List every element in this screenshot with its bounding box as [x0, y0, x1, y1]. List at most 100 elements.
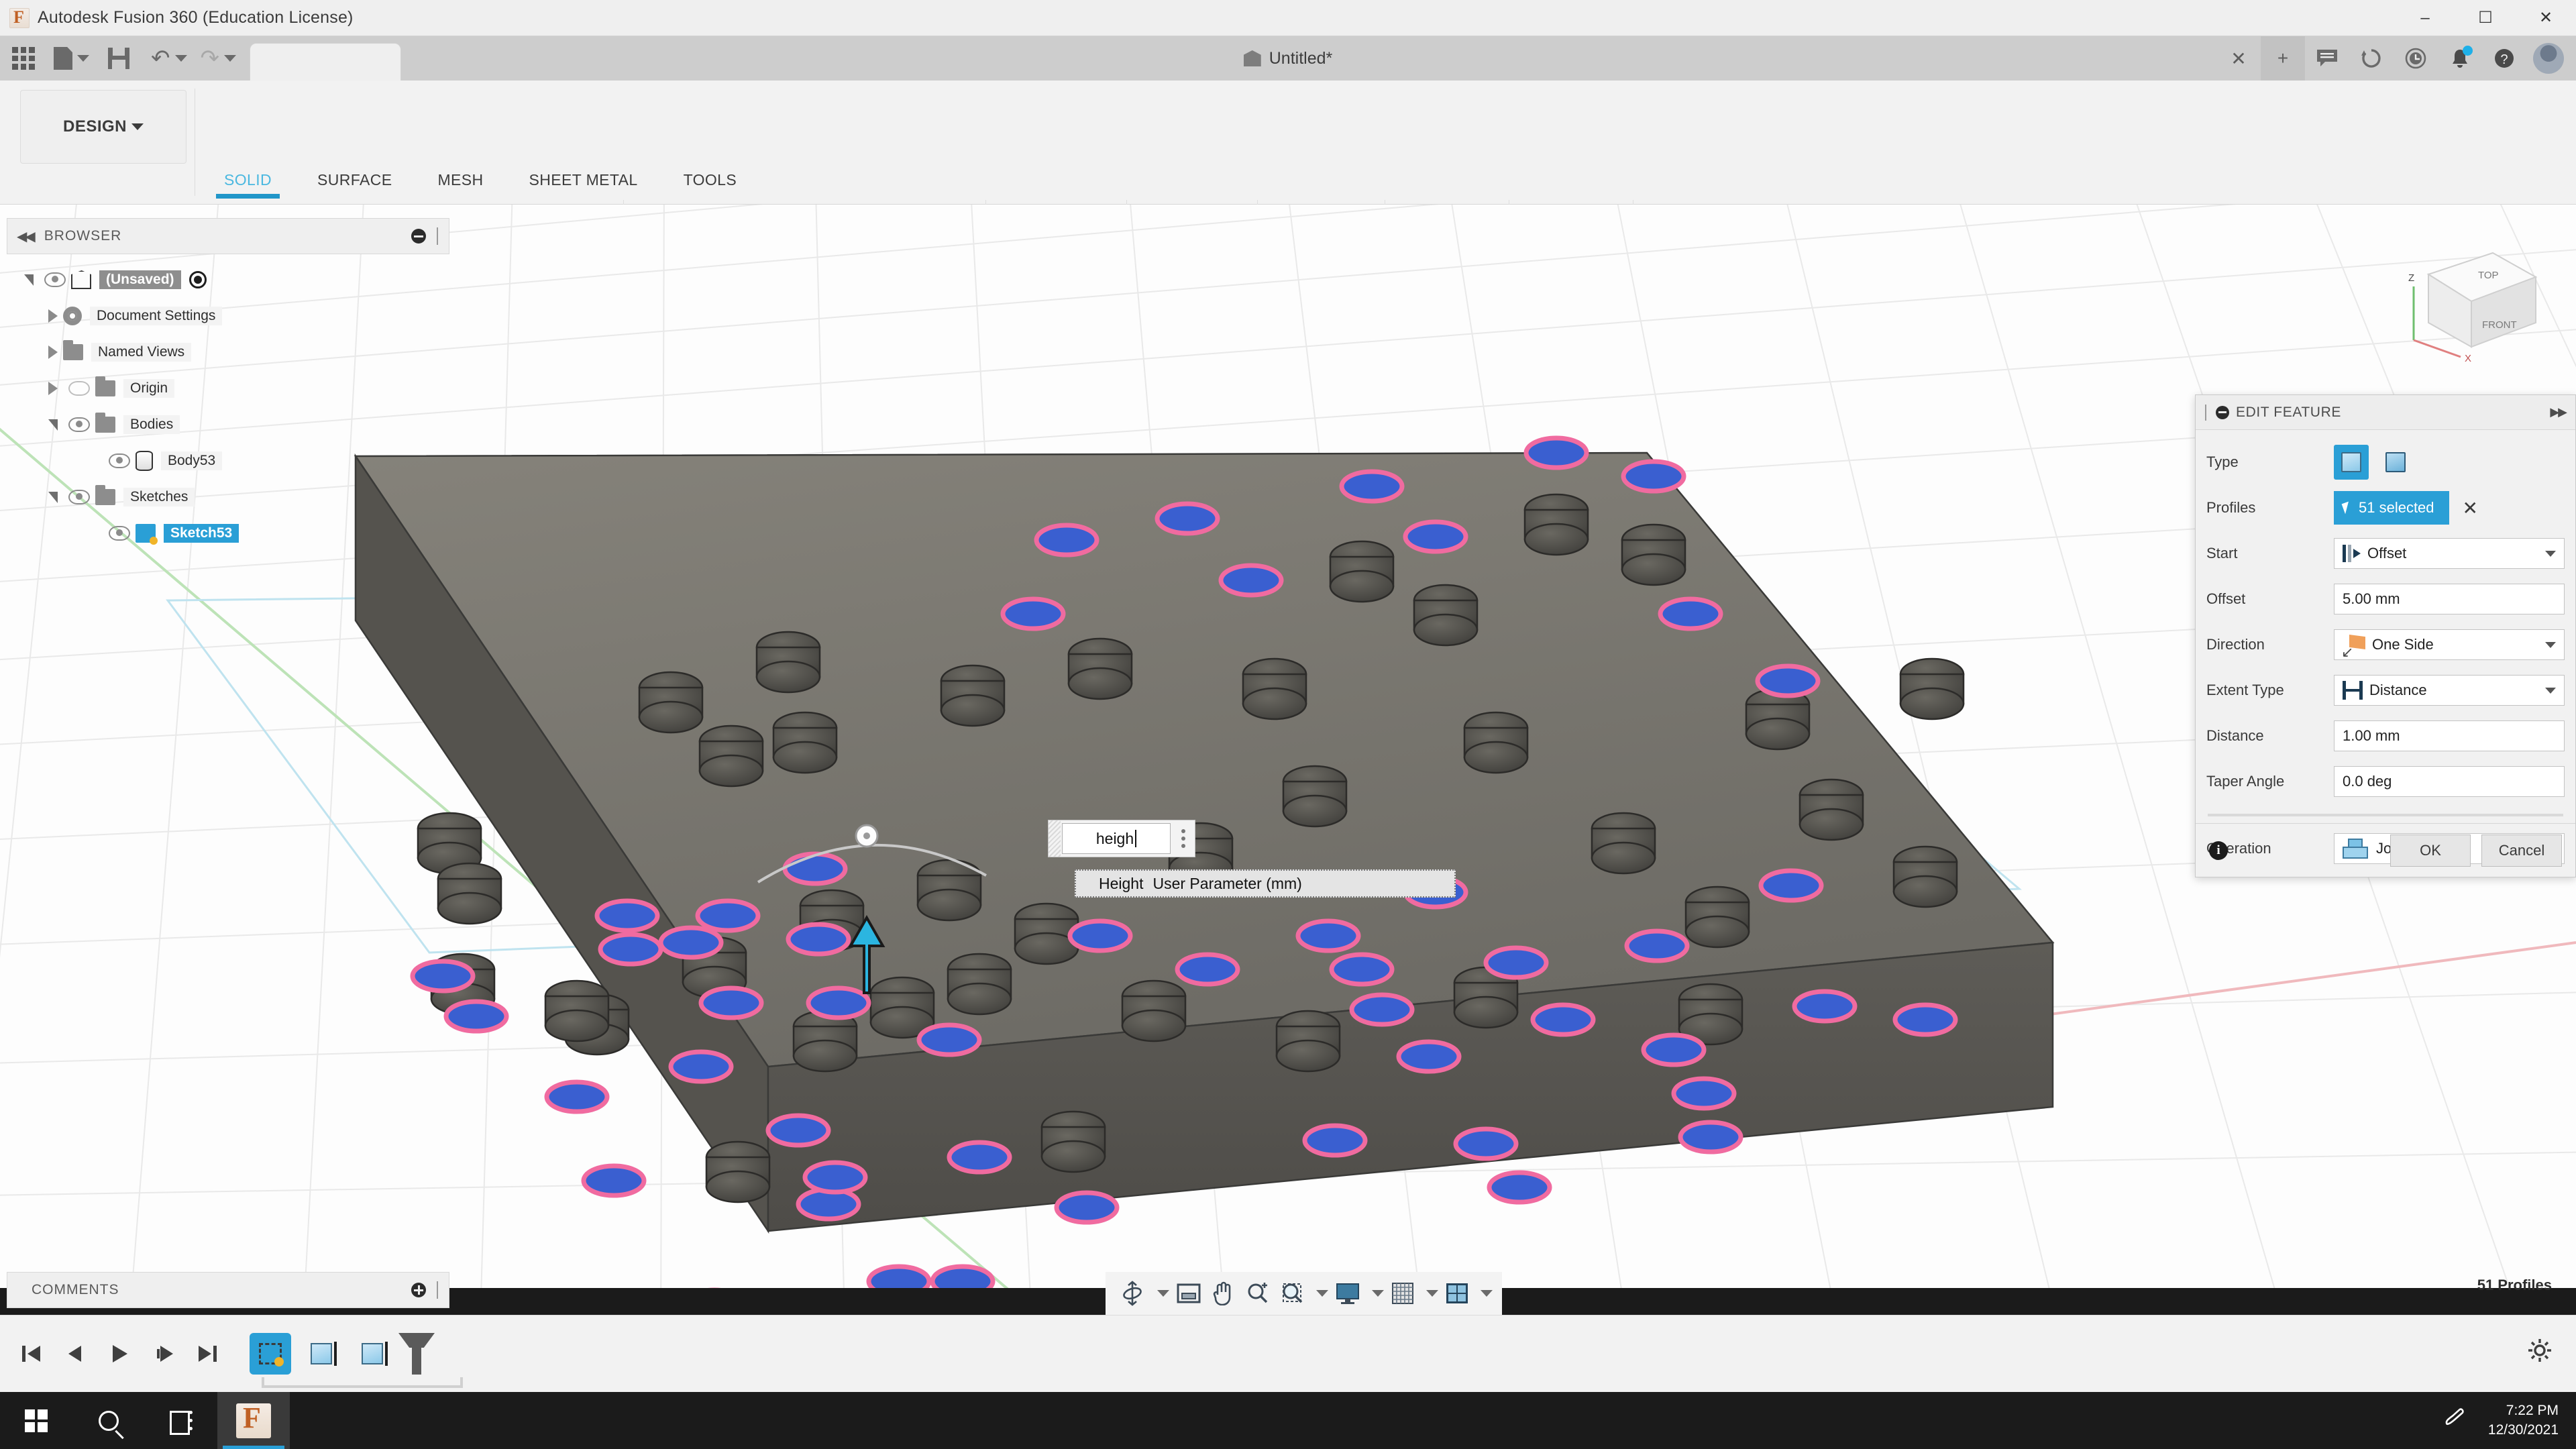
- new-doc-dropdown-caret[interactable]: [77, 55, 89, 62]
- new-document-icon[interactable]: [47, 36, 93, 80]
- task-view-icon[interactable]: [145, 1392, 217, 1449]
- timeline-end-marker[interactable]: [412, 1333, 421, 1375]
- view-cube[interactable]: TOP FRONT Z X: [2394, 239, 2548, 374]
- timeline-go-to-start-button[interactable]: [17, 1340, 44, 1367]
- timeline-play-button[interactable]: [106, 1340, 133, 1367]
- panel-resize-grip[interactable]: [437, 227, 439, 245]
- panel-resize-grip[interactable]: [437, 1281, 439, 1299]
- visibility-eye-off-icon[interactable]: [68, 381, 90, 396]
- timeline-step-forward-button[interactable]: [150, 1340, 177, 1367]
- expand-toggle[interactable]: [43, 491, 63, 503]
- redo-icon[interactable]: ↷: [191, 36, 241, 80]
- timeline-settings-gear-icon[interactable]: [2526, 1337, 2553, 1371]
- taskbar-clock[interactable]: 7:22 PM 12/30/2021: [2488, 1401, 2559, 1440]
- save-icon[interactable]: [93, 36, 144, 80]
- tree-item-sketch53[interactable]: Sketch53: [19, 515, 455, 551]
- viewports-caret[interactable]: [1481, 1290, 1493, 1297]
- undo-icon[interactable]: ↶: [144, 36, 191, 80]
- tab-tools[interactable]: TOOLS: [661, 162, 760, 197]
- workspace-selector[interactable]: DESIGN: [20, 90, 186, 164]
- close-button[interactable]: ✕: [2516, 0, 2576, 36]
- timeline-sketch-feature[interactable]: [250, 1333, 291, 1375]
- tree-item-origin[interactable]: Origin: [19, 370, 455, 407]
- expand-toggle[interactable]: [43, 419, 63, 431]
- start-dropdown[interactable]: Offset: [2334, 538, 2565, 569]
- minus-circle-icon[interactable]: [2216, 405, 2229, 419]
- windows-start-icon[interactable]: [0, 1392, 72, 1449]
- new-tab-icon[interactable]: +: [2261, 36, 2305, 80]
- dialog-header[interactable]: EDIT FEATURE ▶▶: [2196, 395, 2575, 430]
- cancel-button[interactable]: Cancel: [2481, 834, 2562, 867]
- clear-selection-icon[interactable]: ✕: [2463, 497, 2478, 519]
- expand-toggle[interactable]: [43, 382, 63, 395]
- dialog-drag-grip[interactable]: [2205, 404, 2208, 421]
- zoom-dropdown-caret[interactable]: [1316, 1290, 1328, 1297]
- timeline-go-to-end-button[interactable]: [195, 1340, 221, 1367]
- help-icon[interactable]: ?: [2482, 36, 2526, 80]
- minimize-button[interactable]: –: [2395, 0, 2455, 36]
- expand-toggle[interactable]: [43, 345, 63, 359]
- tree-item-unsaved[interactable]: (Unsaved): [19, 262, 455, 298]
- direction-dropdown[interactable]: One Side: [2334, 629, 2565, 660]
- extent-type-dropdown[interactable]: Distance: [2334, 675, 2565, 706]
- undo-dropdown-caret[interactable]: [174, 55, 187, 62]
- profiles-selection-chip[interactable]: 51 selected: [2334, 491, 2449, 525]
- autocomplete-suggestion[interactable]: Height User Parameter (mm): [1075, 869, 1456, 898]
- value-input-grip[interactable]: [1049, 820, 1061, 857]
- plus-circle-icon[interactable]: [411, 1283, 426, 1297]
- visibility-eye-icon[interactable]: [109, 453, 130, 468]
- orbit-dropdown-caret[interactable]: [1157, 1290, 1169, 1297]
- timeline-step-back-button[interactable]: [62, 1340, 89, 1367]
- redo-dropdown-caret[interactable]: [224, 55, 236, 62]
- minus-circle-icon[interactable]: [411, 229, 426, 244]
- expand-toggle[interactable]: [19, 274, 39, 286]
- history-clock-icon[interactable]: [2394, 36, 2438, 80]
- pan-hand-icon[interactable]: [1208, 1272, 1239, 1315]
- zoom-window-icon[interactable]: [1277, 1272, 1309, 1315]
- value-input-field[interactable]: heigh: [1062, 823, 1171, 854]
- tree-item-named-views[interactable]: Named Views: [19, 334, 455, 370]
- tab-close-icon[interactable]: ✕: [2216, 36, 2261, 80]
- type-profile-extrude-icon[interactable]: [2334, 445, 2369, 480]
- inline-value-input[interactable]: heigh: [1048, 820, 1195, 857]
- viewports-icon[interactable]: [1441, 1272, 1473, 1315]
- visibility-eye-icon[interactable]: [68, 417, 90, 432]
- offset-input[interactable]: 5.00 mm: [2334, 584, 2565, 614]
- app-grid-icon[interactable]: [0, 36, 47, 80]
- tab-solid[interactable]: SOLID: [201, 162, 294, 199]
- tree-item-body53[interactable]: Body53: [19, 443, 455, 479]
- timeline-extrude-feature-1[interactable]: [301, 1333, 342, 1375]
- comments-icon[interactable]: [2305, 36, 2349, 80]
- expand-right-icon[interactable]: ▶▶: [2550, 405, 2567, 419]
- tab-surface[interactable]: SURFACE: [294, 162, 415, 197]
- notifications-bell-icon[interactable]: [2438, 36, 2482, 80]
- tab-sheet-metal[interactable]: SHEET METAL: [506, 162, 661, 197]
- activate-component-radio[interactable]: [189, 271, 207, 288]
- expand-toggle[interactable]: [43, 309, 63, 323]
- info-icon[interactable]: i: [2209, 841, 2228, 860]
- tree-item-sketches[interactable]: Sketches: [19, 479, 455, 515]
- visibility-eye-icon[interactable]: [68, 490, 90, 504]
- refresh-icon[interactable]: [2349, 36, 2394, 80]
- zoom-icon[interactable]: [1242, 1272, 1274, 1315]
- collapse-left-icon[interactable]: ◀◀: [17, 228, 36, 245]
- tree-item-document-settings[interactable]: Document Settings: [19, 298, 455, 334]
- kebab-menu-icon[interactable]: [1172, 829, 1195, 848]
- document-tab[interactable]: [250, 43, 401, 80]
- ok-button[interactable]: OK: [2390, 834, 2471, 867]
- visibility-eye-icon[interactable]: [109, 526, 130, 541]
- taper-angle-input[interactable]: 0.0 deg: [2334, 766, 2565, 797]
- grid-snaps-icon[interactable]: [1387, 1272, 1419, 1315]
- search-icon[interactable]: [72, 1392, 145, 1449]
- tab-mesh[interactable]: MESH: [415, 162, 506, 197]
- maximize-button[interactable]: ☐: [2455, 0, 2516, 36]
- display-settings-icon[interactable]: [1331, 1272, 1364, 1315]
- user-avatar[interactable]: [2533, 43, 2564, 74]
- grid-snaps-caret[interactable]: [1426, 1290, 1438, 1297]
- tree-item-bodies[interactable]: Bodies: [19, 407, 455, 443]
- taskbar-fusion-360-icon[interactable]: [217, 1392, 290, 1449]
- distance-input[interactable]: 1.00 mm: [2334, 720, 2565, 751]
- timeline-extrude-feature-2[interactable]: [352, 1333, 393, 1375]
- visibility-eye-icon[interactable]: [44, 272, 66, 287]
- display-settings-caret[interactable]: [1372, 1290, 1384, 1297]
